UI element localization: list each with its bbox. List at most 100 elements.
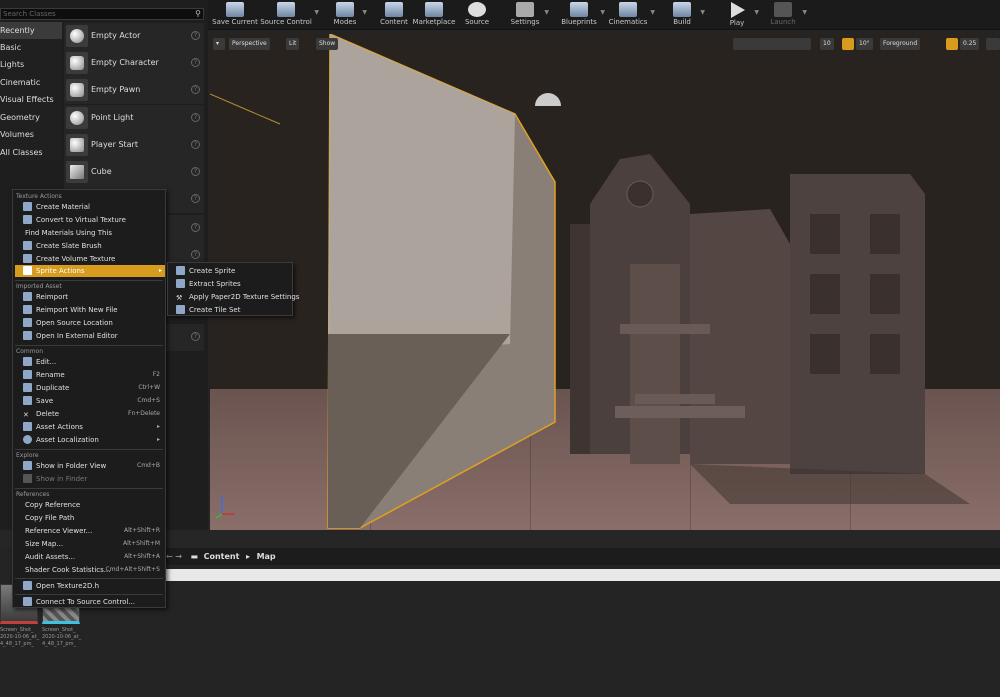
menu-delete[interactable]: ✕ Delete Fn+Delete (15, 408, 163, 420)
reimport-icon (23, 292, 32, 301)
tile-set-icon (176, 305, 185, 314)
transform-tools[interactable] (733, 38, 811, 50)
actor-item-cube[interactable]: Cube? (64, 159, 204, 186)
building-mid (690, 209, 790, 464)
help-icon[interactable]: ? (191, 140, 200, 149)
actor-item-empty-actor[interactable]: Empty Actor? (64, 23, 204, 50)
cinematics-icon (619, 2, 637, 17)
viewport-options-button[interactable]: ▾ (213, 38, 225, 50)
build-icon (673, 2, 691, 17)
category-lights[interactable]: Lights (0, 56, 62, 73)
help-icon[interactable]: ? (191, 85, 200, 94)
menu-rename[interactable]: Rename F2 (15, 369, 163, 381)
menu-save[interactable]: Save Cmd+S (15, 395, 163, 407)
menu-asset-actions[interactable]: Asset Actions ▸ (15, 421, 163, 433)
menu-apply-paper2d-settings[interactable]: ⚒ Apply Paper2D Texture Settings (168, 291, 299, 303)
sprite-icon (23, 266, 32, 275)
modes-button[interactable]: Modes ▼ (330, 0, 367, 30)
gear-icon (516, 2, 534, 17)
angle-snap-value[interactable]: 10° (856, 38, 873, 50)
level-viewport[interactable] (210, 34, 1000, 530)
source-control-button[interactable]: Source Control ▼ (260, 0, 319, 30)
show-button[interactable]: Show (316, 38, 339, 50)
menu-show-finder[interactable]: Show in Finder (15, 473, 163, 485)
menu-open-source-location[interactable]: Open Source Location (15, 317, 163, 329)
source-button[interactable]: Source (462, 0, 492, 30)
perspective-button[interactable]: Perspective (229, 38, 270, 50)
scale-snap-icon[interactable] (946, 38, 958, 50)
menu-copy-reference[interactable]: Copy Reference (15, 499, 163, 511)
menu-find-materials[interactable]: Find Materials Using This (15, 227, 163, 239)
settings-button[interactable]: Settings ▼ (508, 0, 549, 30)
help-icon[interactable]: ? (191, 31, 200, 40)
menu-reference-viewer[interactable]: Reference Viewer... Alt+Shift+R (15, 525, 163, 537)
globe-icon (23, 435, 32, 444)
marketplace-button[interactable]: Marketplace (412, 0, 456, 30)
content-icon (385, 2, 403, 17)
back-arrow-icon[interactable]: ← (166, 552, 173, 561)
category-basic[interactable]: Basic (0, 39, 62, 56)
category-visual-effects[interactable]: Visual Effects (0, 91, 62, 108)
menu-asset-localization[interactable]: Asset Localization ▸ (15, 434, 163, 446)
menu-open-external-editor[interactable]: Open In External Editor (15, 330, 163, 342)
save-current-button[interactable]: Save Current (212, 0, 258, 30)
menu-extract-sprites[interactable]: Extract Sprites (168, 278, 292, 290)
menu-duplicate[interactable]: Duplicate Ctrl+W (15, 382, 163, 394)
help-icon[interactable]: ? (191, 58, 200, 67)
menu-reimport-new-file[interactable]: Reimport With New File (15, 304, 163, 316)
menu-create-sprite[interactable]: Create Sprite (168, 265, 292, 277)
content-button[interactable]: Content (378, 0, 410, 30)
maximize-viewport-button[interactable] (986, 38, 1000, 50)
menu-open-texture2d-h[interactable]: Open Texture2D.h (15, 580, 163, 592)
help-icon[interactable]: ? (191, 332, 200, 341)
search-input[interactable]: Search Classes ⚲ (0, 8, 204, 20)
scale-snap-value[interactable]: 0.25 (960, 38, 980, 50)
category-recently-placed[interactable]: Recently Placed (0, 22, 62, 52)
menu-shader-cook-statistics[interactable]: Shader Cook Statistics... Cmd+Alt+Shift+S (15, 564, 163, 576)
lit-button[interactable]: Lit (286, 38, 300, 50)
breadcrumb-content[interactable]: Content (204, 552, 240, 561)
menu-audit-assets[interactable]: Audit Assets... Alt+Shift+A (15, 551, 163, 563)
help-icon[interactable]: ? (191, 113, 200, 122)
menu-sprite-actions[interactable]: Sprite Actions ▸ (15, 265, 165, 277)
help-icon[interactable]: ? (191, 194, 200, 203)
blueprints-button[interactable]: Blueprints ▼ (560, 0, 605, 30)
play-button[interactable]: Play ▼ (722, 0, 759, 30)
menu-reimport[interactable]: Reimport (15, 291, 163, 303)
actor-item-empty-pawn[interactable]: Empty Pawn? (64, 77, 204, 104)
menu-size-map[interactable]: Size Map... Alt+Shift+M (15, 538, 163, 550)
category-cinematic[interactable]: Cinematic (0, 74, 62, 91)
category-geometry[interactable]: Geometry (0, 109, 62, 126)
reimport-icon (23, 305, 32, 314)
menu-connect-source-control[interactable]: Connect To Source Control... (15, 596, 163, 608)
volume-icon (23, 254, 32, 263)
launch-button[interactable]: Launch ▼ (766, 0, 807, 30)
help-icon[interactable]: ? (191, 223, 200, 232)
menu-create-tile-set[interactable]: Create Tile Set (168, 304, 292, 316)
actor-item-point-light[interactable]: Point Light? (64, 105, 204, 132)
angle-snap-icon[interactable] (842, 38, 854, 50)
menu-create-volume-texture[interactable]: Create Volume Texture (15, 253, 163, 265)
layer-button[interactable]: Foreground (880, 38, 921, 50)
help-icon[interactable]: ? (191, 167, 200, 176)
build-button[interactable]: Build ▼ (666, 0, 705, 30)
folder-icon (23, 318, 32, 327)
actor-item-empty-character[interactable]: Empty Character? (64, 50, 204, 77)
cinematics-button[interactable]: Cinematics ▼ (608, 0, 655, 30)
wrench-icon (23, 422, 32, 431)
grid-snap-value[interactable]: 10 (820, 38, 834, 50)
camera-gizmo-icon (535, 93, 561, 106)
help-icon[interactable]: ? (191, 250, 200, 259)
menu-copy-file-path[interactable]: Copy File Path (15, 512, 163, 524)
category-all-classes[interactable]: All Classes (0, 144, 62, 161)
forward-arrow-icon[interactable]: → (175, 552, 182, 561)
menu-edit[interactable]: Edit... (15, 356, 163, 368)
category-volumes[interactable]: Volumes (0, 126, 62, 143)
menu-create-material[interactable]: Create Material (15, 201, 163, 213)
menu-convert-virtual-texture[interactable]: Convert to Virtual Texture (15, 214, 163, 226)
menu-show-folder-view[interactable]: Show in Folder View Cmd+B (15, 460, 163, 472)
breadcrumb-map[interactable]: Map (257, 552, 276, 561)
menu-create-slate-brush[interactable]: Create Slate Brush (15, 240, 163, 252)
edit-icon (23, 357, 32, 366)
actor-item-player-start[interactable]: Player Start? (64, 132, 204, 159)
